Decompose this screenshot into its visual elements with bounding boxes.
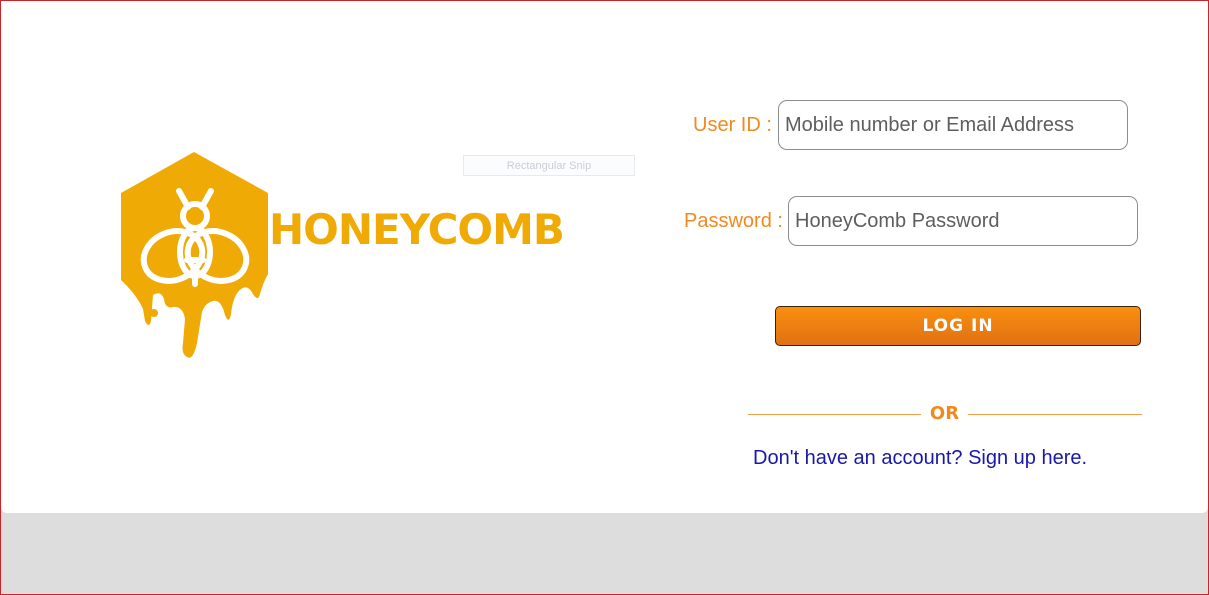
user-id-label: User ID :: [693, 114, 772, 136]
password-input[interactable]: [788, 196, 1138, 246]
signup-link[interactable]: Don't have an account? Sign up here.: [753, 446, 1087, 470]
honeycomb-bee-icon: [121, 152, 268, 358]
user-id-input[interactable]: [778, 100, 1128, 150]
login-card: HONEYCOMB Rectangular Snip User ID : Pas…: [1, 1, 1208, 513]
or-divider-text: OR: [929, 403, 960, 424]
or-divider-left: [748, 414, 921, 415]
brand-name: HONEYCOMB: [269, 205, 565, 254]
password-label: Password :: [684, 210, 783, 232]
login-button[interactable]: LOG IN: [775, 306, 1141, 346]
or-divider-right: [968, 414, 1142, 415]
snip-tooltip: Rectangular Snip: [463, 155, 635, 176]
